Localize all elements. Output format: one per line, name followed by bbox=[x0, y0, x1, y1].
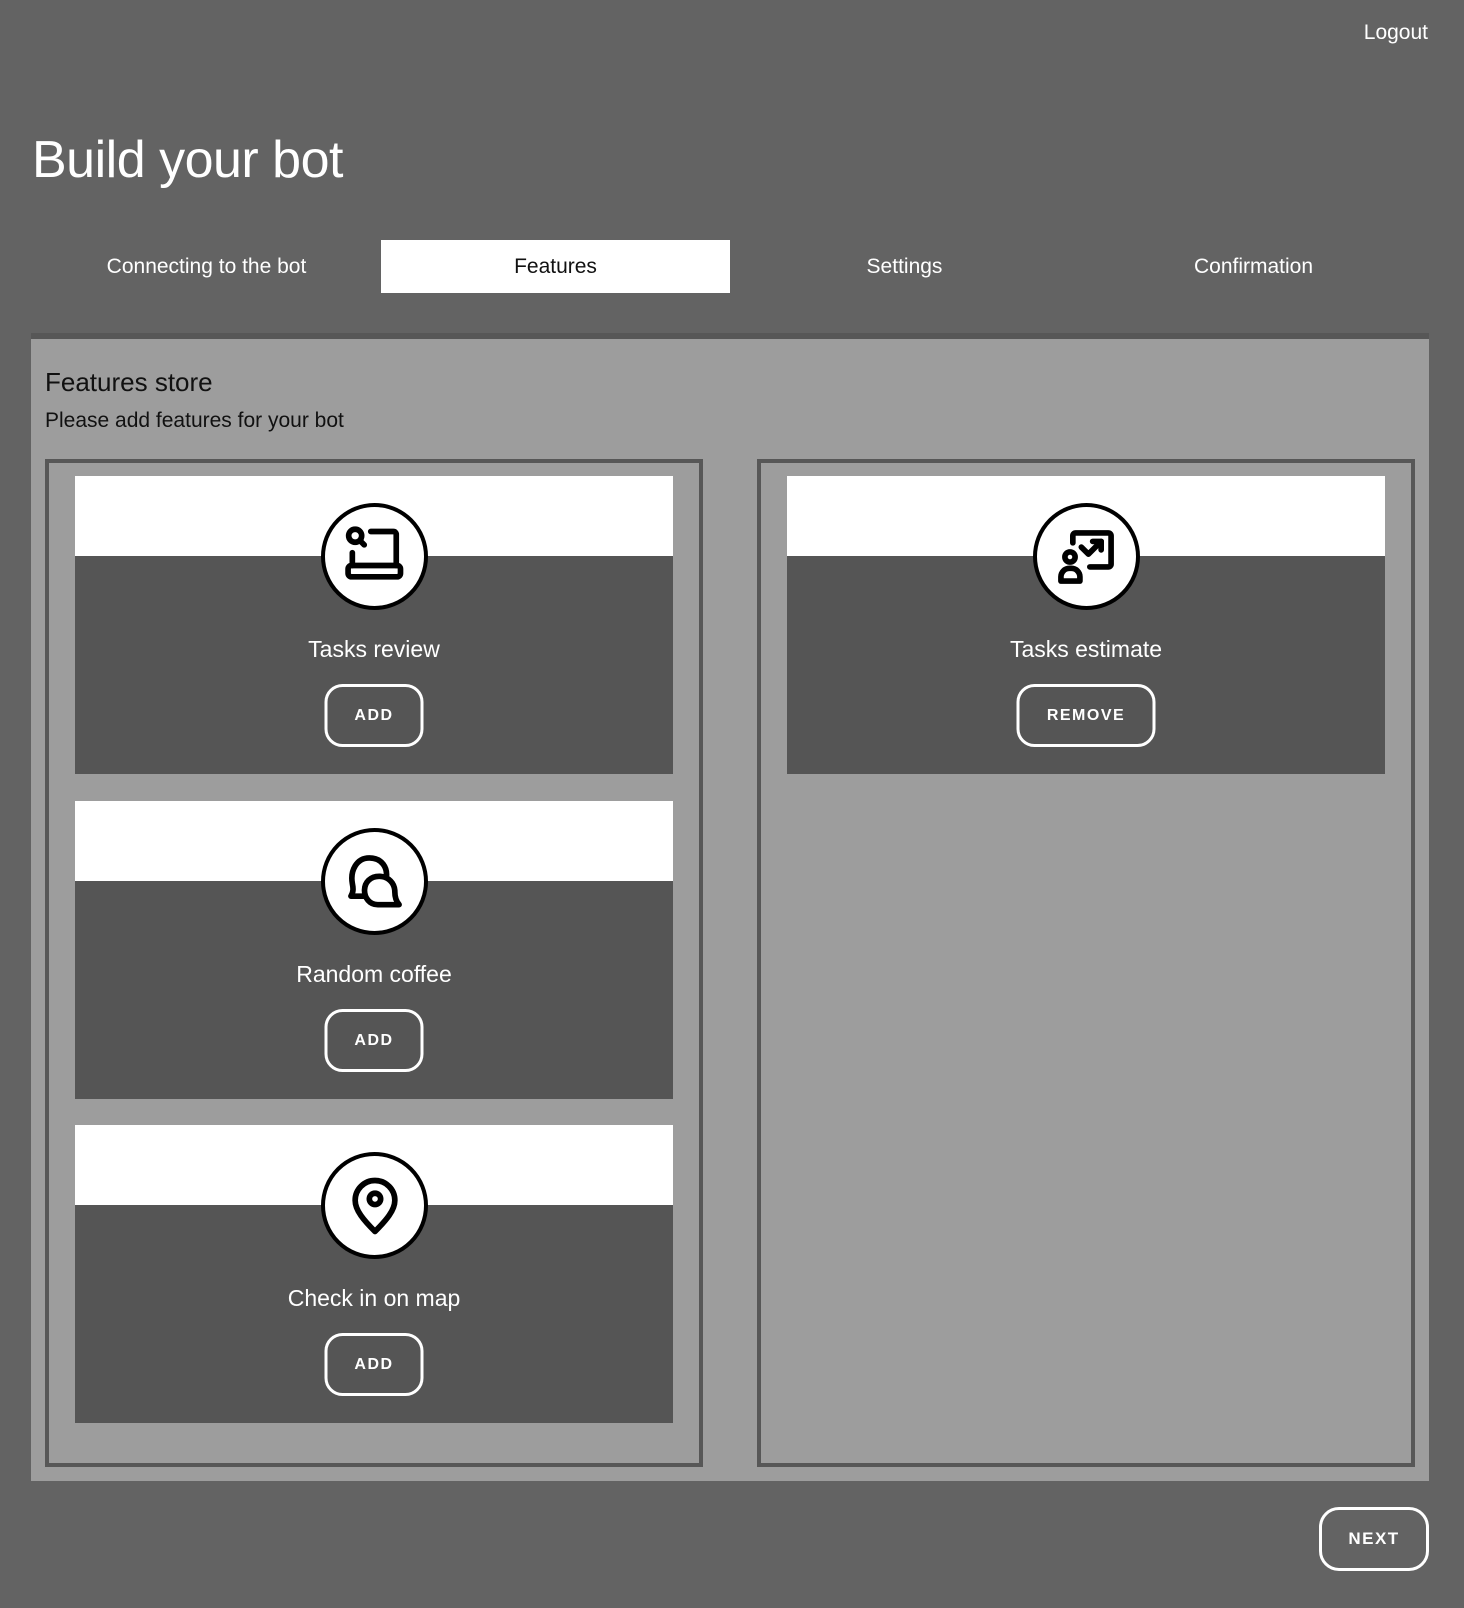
tab-settings[interactable]: Settings bbox=[730, 240, 1079, 293]
remove-tasks-estimate-button[interactable]: REMOVE bbox=[1016, 684, 1156, 747]
logout-button[interactable]: Logout bbox=[1364, 21, 1428, 45]
map-pin-icon bbox=[321, 1152, 428, 1259]
presentation-chart-icon bbox=[1033, 503, 1140, 610]
laptop-search-icon bbox=[321, 503, 428, 610]
feature-title: Random coffee bbox=[296, 961, 452, 987]
tab-connecting[interactable]: Connecting to the bot bbox=[32, 240, 381, 293]
chat-bubbles-icon bbox=[321, 828, 428, 935]
add-tasks-review-button[interactable]: ADD bbox=[324, 684, 424, 747]
feature-card-tasks-review: Tasks review ADD bbox=[75, 476, 673, 774]
features-store-panel: Features store Please add features for y… bbox=[31, 333, 1429, 1481]
tab-confirmation[interactable]: Confirmation bbox=[1079, 240, 1428, 293]
feature-title: Tasks review bbox=[308, 636, 440, 662]
next-button[interactable]: NEXT bbox=[1319, 1507, 1429, 1571]
feature-card-check-in-on-map: Check in on map ADD bbox=[75, 1125, 673, 1423]
selected-features-list: Tasks estimate REMOVE bbox=[757, 459, 1415, 1467]
tab-features[interactable]: Features bbox=[381, 240, 730, 293]
available-features-list: Tasks review ADD Random coffee ADD Check… bbox=[45, 459, 703, 1467]
add-check-in-on-map-button[interactable]: ADD bbox=[324, 1333, 424, 1396]
page-title: Build your bot bbox=[32, 131, 343, 189]
features-store-subtitle: Please add features for your bot bbox=[45, 409, 344, 432]
feature-card-random-coffee: Random coffee ADD bbox=[75, 801, 673, 1099]
feature-title: Check in on map bbox=[287, 1285, 461, 1311]
feature-title: Tasks estimate bbox=[1009, 636, 1163, 662]
features-store-title: Features store bbox=[45, 367, 213, 397]
feature-card-tasks-estimate: Tasks estimate REMOVE bbox=[787, 476, 1385, 774]
add-random-coffee-button[interactable]: ADD bbox=[324, 1009, 424, 1072]
wizard-tabs: Connecting to the bot Features Settings … bbox=[32, 240, 1428, 293]
